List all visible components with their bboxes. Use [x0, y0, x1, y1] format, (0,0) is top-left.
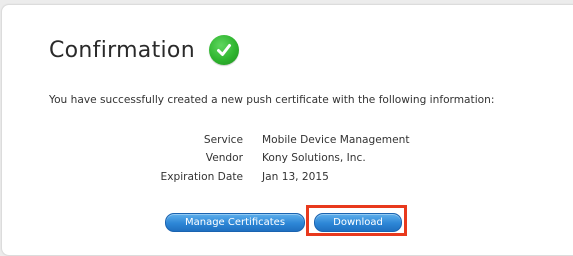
page-title: Confirmation: [49, 37, 195, 63]
detail-value: Kony Solutions, Inc.: [262, 152, 366, 164]
detail-label: Expiration Date: [160, 171, 243, 183]
intro-text: You have successfully created a new push…: [49, 94, 495, 106]
detail-value: Jan 13, 2015: [262, 171, 329, 183]
detail-value: Mobile Device Management: [262, 134, 410, 146]
download-highlight-box: [306, 205, 407, 236]
action-buttons: Manage Certificates Download: [0, 212, 573, 236]
detail-label: Vendor: [205, 152, 243, 164]
detail-row-vendor: Vendor Kony Solutions, Inc.: [0, 152, 573, 166]
manage-certificates-button[interactable]: Manage Certificates: [165, 213, 305, 232]
detail-row-service: Service Mobile Device Management: [0, 134, 573, 148]
detail-label: Service: [203, 134, 243, 146]
detail-row-expiration: Expiration Date Jan 13, 2015: [0, 171, 573, 185]
title-row: Confirmation: [49, 32, 239, 68]
checkmark-icon: [208, 35, 239, 65]
